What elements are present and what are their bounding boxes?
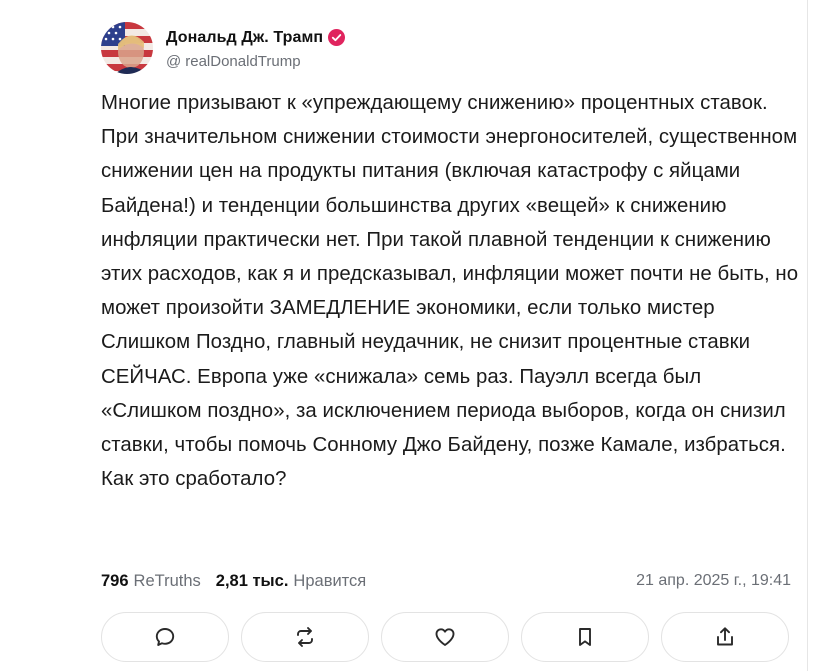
likes-count[interactable]: 2,81 тыс. [216, 572, 289, 591]
post-card: Дональд Дж. Трамп @ realDonaldTrump Мног… [0, 0, 828, 671]
post-header: Дональд Дж. Трамп @ realDonaldTrump [101, 22, 346, 74]
flag-portrait-avatar-icon [101, 22, 153, 74]
author-name-row: Дональд Дж. Трамп [166, 27, 346, 49]
retruths-count[interactable]: 796 [101, 572, 129, 591]
handle-at-symbol: @ [166, 52, 182, 70]
column-divider [807, 0, 808, 671]
like-button[interactable] [381, 612, 509, 662]
reply-button[interactable] [101, 612, 229, 662]
author-handle[interactable]: realDonaldTrump [185, 53, 300, 70]
post-timestamp[interactable]: 21 апр. 2025 г., 19:41 [636, 572, 791, 590]
repost-icon [297, 627, 313, 647]
share-button[interactable] [661, 612, 789, 662]
retruth-button[interactable] [241, 612, 369, 662]
verified-badge-icon [328, 29, 346, 46]
share-icon [717, 627, 733, 646]
comment-icon [155, 628, 175, 646]
likes-label[interactable]: Нравится [293, 572, 366, 591]
author-display-name[interactable]: Дональд Дж. Трамп [166, 29, 323, 47]
author-identity: Дональд Дж. Трамп @ realDonaldTrump [166, 27, 346, 70]
avatar[interactable] [101, 22, 153, 74]
post-actions [101, 612, 789, 662]
retruths-label[interactable]: ReTruths [134, 572, 201, 591]
heart-icon [435, 628, 455, 646]
post-stats: 796 ReTruths 2,81 тыс. Нравится 21 апр. … [101, 570, 791, 592]
bookmark-icon [579, 628, 591, 646]
author-handle-row: @ realDonaldTrump [166, 53, 345, 70]
post-text: Многие призывают к «упреждающему снижени… [101, 92, 799, 491]
bookmark-button[interactable] [521, 612, 649, 662]
